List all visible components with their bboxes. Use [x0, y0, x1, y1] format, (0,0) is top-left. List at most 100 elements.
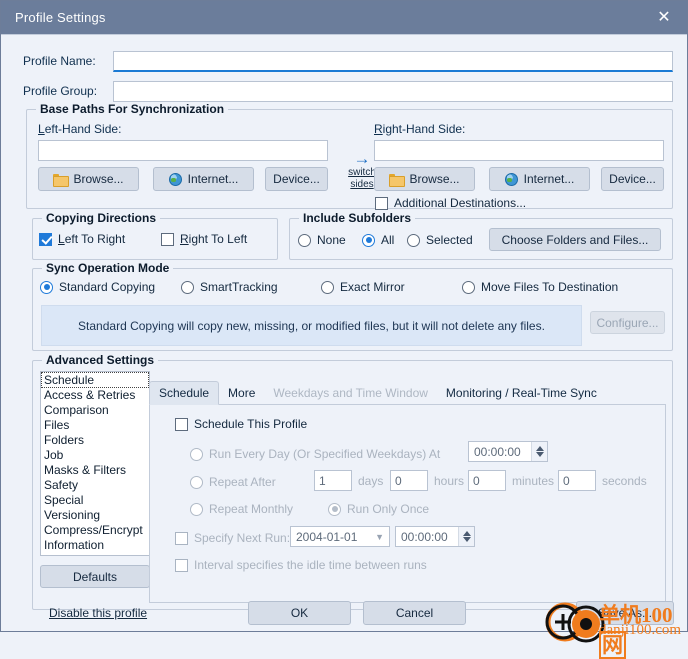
folder-icon [389, 173, 406, 187]
sync-mode-smarttracking-label: SmartTracking [200, 280, 278, 294]
cancel-button[interactable]: Cancel [363, 601, 466, 625]
save-as-label: Save As... [597, 606, 653, 620]
repeat-after-radio[interactable]: Repeat After [190, 475, 276, 489]
checkbox-icon [175, 531, 188, 545]
radio-selected-icon [328, 502, 341, 516]
list-item[interactable]: Comparison [41, 403, 149, 418]
repeat-seconds-input[interactable]: 0 [558, 470, 596, 491]
radio-selected-icon [362, 233, 375, 247]
radio-icon [190, 502, 203, 516]
advanced-settings-legend: Advanced Settings [42, 353, 159, 367]
subfolders-all-radio[interactable]: All [362, 233, 394, 247]
repeat-monthly-label: Repeat Monthly [209, 502, 294, 516]
subfolders-selected-radio[interactable]: Selected [407, 233, 473, 247]
sync-mode-exact-mirror-radio[interactable]: Exact Mirror [321, 280, 405, 294]
repeat-seconds-value: 0 [563, 473, 570, 488]
repeat-days-value: 1 [319, 473, 326, 488]
configure-label: Configure... [596, 315, 659, 330]
list-item[interactable]: Folders [41, 433, 149, 448]
schedule-this-profile-label: Schedule This Profile [194, 417, 308, 431]
choose-folders-and-files-button[interactable]: Choose Folders and Files... [489, 228, 661, 251]
left-hand-side-label-rest: eft-Hand Side: [44, 122, 122, 136]
sync-mode-exact-mirror-label: Exact Mirror [340, 280, 405, 294]
specify-next-run-time-spinner[interactable]: 00:00:00 [395, 526, 475, 547]
globe-icon [168, 172, 182, 186]
repeat-hours-label: hours [434, 474, 465, 488]
additional-destinations-checkbox[interactable]: Additional Destinations... [375, 196, 526, 210]
profile-name-input[interactable] [113, 50, 673, 72]
left-internet-button[interactable]: Internet... [153, 167, 254, 191]
list-item[interactable]: Masks & Filters [41, 463, 149, 478]
list-item[interactable]: Compress/Encrypt [41, 523, 149, 538]
cancel-label: Cancel [395, 606, 434, 620]
list-item[interactable]: Access & Retries [41, 388, 149, 403]
right-browse-label: Browse... [409, 172, 460, 186]
copying-directions-legend: Copying Directions [42, 211, 161, 225]
profile-name-label: Profile Name: [23, 54, 96, 68]
list-item[interactable]: Files [41, 418, 149, 433]
subfolders-none-radio[interactable]: None [298, 233, 346, 247]
left-device-button[interactable]: Device... [265, 167, 328, 191]
repeat-days-input[interactable]: 1 [314, 470, 352, 491]
additional-destinations-label: Additional Destinations... [394, 196, 527, 210]
right-hand-side-input[interactable] [374, 140, 664, 161]
list-item[interactable]: Schedule [41, 372, 149, 388]
left-browse-button[interactable]: Browse... [38, 167, 139, 191]
sync-mode-standard-copying-radio[interactable]: Standard Copying [40, 280, 155, 294]
right-hand-side-label: Right-Hand Side: [374, 122, 466, 136]
schedule-this-profile-checkbox[interactable]: Schedule This Profile [175, 417, 307, 431]
run-every-day-label: Run Every Day (Or Specified Weekdays) At [209, 447, 441, 461]
tab-more[interactable]: More [219, 382, 264, 404]
checkbox-icon [161, 232, 174, 246]
specify-next-run-checkbox[interactable]: Specify Next Run: [175, 531, 290, 545]
list-item[interactable]: Information [41, 538, 149, 553]
repeat-minutes-input[interactable]: 0 [468, 470, 506, 491]
ok-button[interactable]: OK [248, 601, 351, 625]
radio-icon [190, 447, 203, 461]
repeat-hours-input[interactable]: 0 [390, 470, 428, 491]
list-item[interactable]: Special [41, 493, 149, 508]
sync-mode-smarttracking-radio[interactable]: SmartTracking [181, 280, 278, 294]
sync-mode-legend: Sync Operation Mode [42, 261, 174, 275]
list-item[interactable]: Job [41, 448, 149, 463]
titlebar: Profile Settings ✕ [1, 1, 687, 34]
checkbox-checked-icon [39, 232, 52, 246]
list-item[interactable]: Safety [41, 478, 149, 493]
interval-idle-checkbox[interactable]: Interval specifies the idle time between… [175, 558, 427, 572]
right-browse-button[interactable]: Browse... [374, 167, 475, 191]
list-item[interactable]: Versioning [41, 508, 149, 523]
right-to-left-checkbox[interactable]: Right To Left [161, 232, 247, 246]
tabstrip: Schedule More Weekdays and Time Window M… [149, 381, 666, 405]
window-title: Profile Settings [15, 10, 106, 25]
left-hand-side-label: Left-Hand Side: [38, 122, 122, 136]
next-run-time-value: 00:00:00 [401, 529, 448, 544]
tab-weekdays-and-time-window[interactable]: Weekdays and Time Window [264, 382, 437, 404]
configure-button[interactable]: Configure... [590, 311, 665, 334]
sync-mode-move-files-radio[interactable]: Move Files To Destination [462, 280, 618, 294]
run-every-day-time-spinner[interactable]: 00:00:00 [468, 441, 548, 462]
right-device-label: Device... [609, 172, 656, 186]
footer-bar: Disable this profile OK Cancel Save As..… [1, 595, 688, 634]
repeat-monthly-radio[interactable]: Repeat Monthly [190, 502, 293, 516]
run-every-day-radio[interactable]: Run Every Day (Or Specified Weekdays) At [190, 447, 440, 461]
close-icon[interactable]: ✕ [641, 1, 687, 34]
spinner-arrows-icon[interactable] [458, 527, 474, 546]
right-device-button[interactable]: Device... [601, 167, 664, 191]
disable-this-profile-link[interactable]: Disable this profile [49, 606, 147, 620]
run-only-once-radio[interactable]: Run Only Once [328, 502, 429, 516]
specify-next-run-date-combo[interactable]: 2004-01-01 ▼ [290, 526, 390, 547]
save-as-button[interactable]: Save As... [576, 601, 674, 625]
spinner-arrows-icon[interactable] [531, 442, 547, 461]
tab-schedule[interactable]: Schedule [149, 381, 220, 405]
subfolders-none-label: None [317, 233, 346, 247]
schedule-tab-panel: Schedule This Profile Run Every Day (Or … [149, 405, 666, 603]
choose-folders-label: Choose Folders and Files... [501, 232, 649, 247]
profile-group-input[interactable] [113, 80, 673, 102]
right-internet-button[interactable]: Internet... [489, 167, 590, 191]
include-subfolders-legend: Include Subfolders [299, 211, 416, 225]
advanced-settings-list[interactable]: Schedule Access & Retries Comparison Fil… [40, 371, 150, 556]
tab-monitoring-real-time-sync[interactable]: Monitoring / Real-Time Sync [437, 382, 606, 404]
defaults-button[interactable]: Defaults [40, 565, 150, 588]
left-hand-side-input[interactable] [38, 140, 328, 161]
left-to-right-checkbox[interactable]: Left To Right [39, 232, 125, 246]
